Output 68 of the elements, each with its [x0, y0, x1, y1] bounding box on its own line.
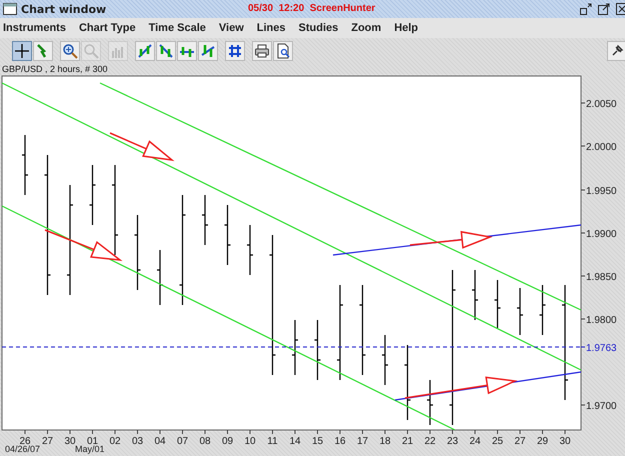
date-label: May/01 [75, 444, 105, 454]
x-axis-label: 27 [514, 436, 526, 447]
x-axis-label: 10 [244, 436, 256, 447]
x-axis-label: 25 [492, 436, 504, 447]
x-axis-label: 30 [64, 436, 76, 447]
maximize-icon [598, 3, 610, 15]
zoom-out-icon [83, 42, 99, 58]
x-axis-label: 27 [42, 436, 54, 447]
toolbar-button[interactable] [225, 40, 245, 60]
maximize-button[interactable] [597, 2, 611, 16]
x-axis-label: 08 [199, 436, 211, 447]
toolbar-button[interactable] [60, 40, 80, 60]
menu-item[interactable]: Lines [256, 22, 286, 34]
x-axis-label: 26 [19, 436, 31, 447]
menu-item[interactable]: Chart Type [78, 22, 136, 34]
level-label: 1.9763 [586, 343, 617, 354]
date-label: 04/26/07 [5, 444, 40, 454]
print-preview-icon [275, 42, 291, 58]
x-axis-label: 02 [109, 436, 121, 447]
x-axis-label: 07 [176, 436, 188, 447]
x-axis-label: 03 [132, 436, 144, 447]
y-axis-label: 1.9950 [586, 186, 617, 197]
y-axis-label: 1.9800 [586, 315, 617, 326]
toolbar-button[interactable] [252, 40, 272, 60]
x-axis-label: 16 [334, 436, 346, 447]
menu-item[interactable]: View [218, 22, 244, 34]
restore-button[interactable] [579, 2, 593, 16]
toolbar-button[interactable] [273, 40, 293, 60]
x-axis-label: 01 [86, 436, 98, 447]
x-axis-label: 29 [536, 436, 548, 447]
menu-item[interactable]: Instruments [3, 22, 66, 34]
trendline-icon [158, 42, 174, 58]
printer-icon [254, 42, 270, 58]
x-axis-label: 14 [289, 436, 301, 447]
close-icon [616, 3, 625, 15]
x-axis-label: 21 [402, 436, 414, 447]
menu-item[interactable]: Studies [298, 22, 338, 34]
window-title: Chart window [21, 2, 106, 16]
trendline-icon [137, 42, 153, 58]
chart-caption: GBP/USD , 2 hours, # 300 [1, 63, 109, 75]
zoom-in-icon [62, 42, 78, 58]
x-axis-label: 09 [222, 436, 234, 447]
x-axis-label: 24 [469, 436, 481, 447]
capture-overlay-text: 05/30 12:20 ScreenHunter [248, 3, 376, 14]
x-axis-label: 11 [267, 436, 278, 447]
x-axis-label: 15 [312, 436, 324, 447]
x-axis-label: 17 [356, 436, 368, 447]
x-axis-label: 22 [424, 436, 436, 447]
y-axis-label: 1.9700 [586, 401, 617, 412]
close-button[interactable] [615, 2, 625, 16]
x-axis-label: 30 [559, 436, 571, 447]
toolbar-button[interactable] [607, 40, 625, 60]
menu-item[interactable]: Time Scale [148, 22, 206, 34]
x-axis-label: 18 [379, 436, 391, 447]
y-axis-label: 1.9850 [586, 272, 617, 283]
menu-item[interactable]: Zoom [351, 22, 382, 34]
x-axis-label: 04 [154, 436, 166, 447]
y-axis-label: 1.9900 [586, 229, 617, 240]
grid-icon [227, 42, 243, 58]
window-icon [3, 3, 17, 15]
toolbar-button[interactable] [12, 40, 32, 60]
trendline-icon [200, 42, 216, 58]
crosshair-icon [14, 42, 30, 58]
y-axis-label: 2.0000 [586, 142, 617, 153]
restore-icon [580, 3, 592, 15]
y-axis-label: 2.0050 [586, 99, 617, 110]
menu-item[interactable]: Help [394, 22, 418, 34]
x-axis-label: 23 [446, 436, 458, 447]
